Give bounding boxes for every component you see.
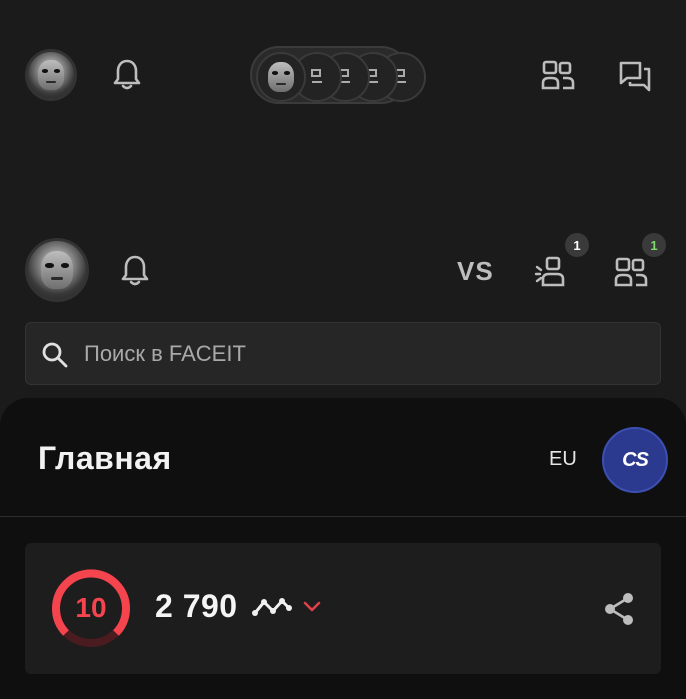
friends-icon[interactable] [540, 59, 576, 93]
elo-trend-icon [252, 596, 292, 618]
game-logo: CS [622, 448, 649, 471]
search-bar[interactable] [25, 322, 661, 385]
friends-badge: 1 [642, 233, 666, 257]
vs-button[interactable]: VS [457, 256, 494, 287]
bell-icon[interactable] [120, 254, 150, 288]
chevron-down-icon[interactable] [303, 601, 321, 613]
bell-icon[interactable] [112, 58, 142, 92]
user-avatar[interactable] [25, 49, 77, 101]
elo-value: 2 790 [155, 588, 238, 624]
share-icon[interactable] [603, 592, 635, 626]
search-input[interactable] [84, 323, 644, 384]
chat-icon[interactable] [618, 60, 652, 94]
page-title: Главная [38, 440, 172, 476]
party-invites-badge: 1 [565, 233, 589, 257]
skill-level-number: 10 [75, 592, 107, 623]
user-avatar[interactable] [25, 238, 89, 302]
game-selector[interactable]: CS [602, 427, 668, 493]
search-icon [41, 341, 69, 369]
friends-icon[interactable] [613, 256, 649, 290]
divider [0, 516, 686, 517]
party-slots[interactable] [250, 46, 426, 104]
region-selector[interactable]: EU [549, 448, 577, 471]
party-invites-icon[interactable] [534, 255, 572, 289]
party-leader-avatar[interactable] [256, 52, 306, 102]
